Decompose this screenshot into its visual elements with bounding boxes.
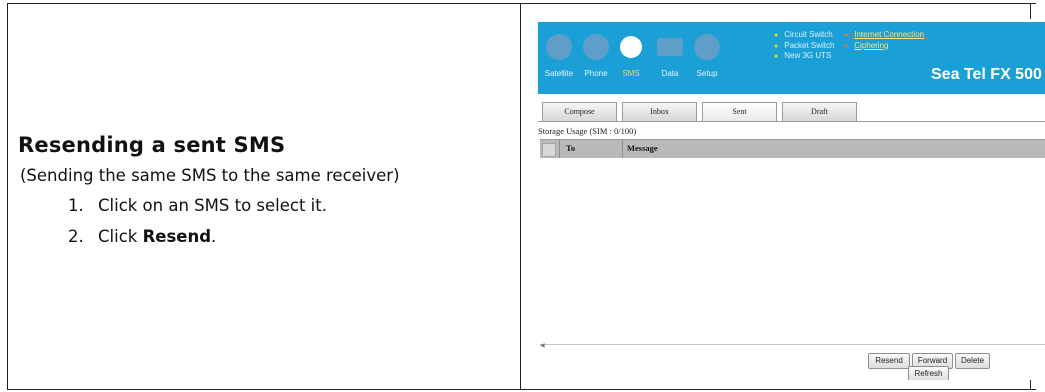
- frame-edge-top: [1030, 3, 1031, 19]
- app-header: Satellite Phone SMS Data Setup Circuit S…: [538, 22, 1045, 94]
- step-number: 2.: [68, 227, 84, 246]
- satellite-icon[interactable]: [546, 34, 572, 60]
- status-item: Packet Switch: [774, 41, 834, 52]
- setup-icon[interactable]: [694, 34, 720, 60]
- delete-button[interactable]: Delete: [955, 353, 990, 369]
- data-icon[interactable]: [657, 38, 683, 56]
- tab-compose[interactable]: Compose: [542, 102, 617, 121]
- message-list[interactable]: ◀: [540, 158, 1045, 349]
- step-text: Click Resend.: [98, 227, 216, 246]
- select-all-checkbox[interactable]: [542, 143, 556, 157]
- instruction-heading: Resending a sent SMS: [18, 133, 286, 157]
- step-text-bold: Resend: [142, 227, 212, 246]
- ciphering-link[interactable]: Ciphering: [844, 41, 924, 52]
- column-separator: [559, 140, 560, 159]
- column-divider: [520, 3, 521, 390]
- status-item: New 3G UTS: [774, 51, 834, 62]
- step-2: 2. Click Resend.: [18, 227, 513, 246]
- scroll-indicator: ◀: [540, 342, 545, 349]
- step-number: 1.: [68, 196, 84, 215]
- column-separator: [622, 140, 623, 159]
- storage-usage: Storage Usage (SIM : 0/100): [538, 126, 637, 136]
- step-1: 1. Click on an SMS to select it.: [18, 196, 513, 215]
- nav-phone[interactable]: Phone: [578, 69, 614, 78]
- sms-tabs: Compose Inbox Sent Draft: [542, 102, 862, 122]
- nav-data[interactable]: Data: [652, 69, 688, 78]
- instruction-cell: Resending a sent SMS (Sending the same S…: [18, 133, 513, 258]
- nav-sms[interactable]: SMS: [613, 69, 649, 78]
- resend-button[interactable]: Resend: [868, 353, 910, 369]
- product-brand: Sea Tel FX 500: [931, 66, 1042, 83]
- nav-satellite[interactable]: Satellite: [541, 69, 577, 78]
- tab-inbox[interactable]: Inbox: [622, 102, 697, 121]
- tab-divider: [538, 121, 1045, 122]
- connection-status: Circuit Switch Packet Switch New 3G UTS: [774, 30, 834, 62]
- nav-setup[interactable]: Setup: [689, 69, 725, 78]
- message-table-header: To Message: [540, 139, 1045, 159]
- connection-links: Internet Connection Ciphering: [844, 30, 924, 51]
- step-text-prefix: Click: [98, 227, 143, 246]
- step-text: Click on an SMS to select it.: [98, 196, 327, 215]
- status-item: Circuit Switch: [774, 30, 834, 41]
- sms-icon[interactable]: [620, 36, 642, 58]
- tab-draft[interactable]: Draft: [782, 102, 857, 121]
- step-text-suffix: .: [211, 227, 217, 246]
- sms-screenshot: Satellite Phone SMS Data Setup Circuit S…: [538, 22, 1045, 380]
- phone-icon[interactable]: [583, 34, 609, 60]
- tab-sent[interactable]: Sent: [702, 102, 777, 121]
- column-header-to[interactable]: To: [566, 143, 575, 153]
- refresh-button[interactable]: Refresh: [908, 366, 949, 380]
- internet-connection-link[interactable]: Internet Connection: [844, 30, 924, 41]
- column-header-message[interactable]: Message: [627, 143, 658, 153]
- instruction-subtitle: (Sending the same SMS to the same receiv…: [20, 166, 400, 185]
